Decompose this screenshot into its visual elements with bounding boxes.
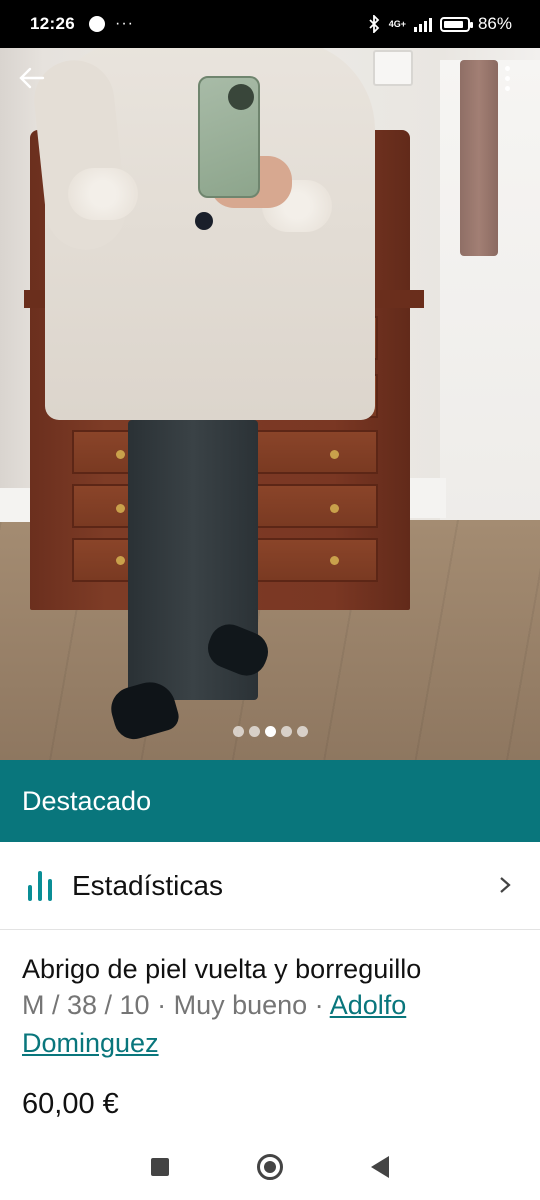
bar-chart-icon	[28, 870, 52, 901]
more-options-button[interactable]	[494, 60, 520, 96]
meta-separator: ·	[149, 990, 174, 1020]
notification-dot-icon	[88, 16, 105, 32]
product-photo[interactable]	[0, 0, 540, 760]
product-price: 60,00 €	[22, 1088, 119, 1120]
battery-fill	[443, 20, 463, 28]
more-vertical-icon	[504, 75, 510, 81]
status-time: 12:26	[30, 14, 75, 33]
photo-towel	[460, 60, 498, 256]
photo-phone-camera	[228, 84, 254, 110]
status-more: ···	[114, 15, 134, 32]
more-vertical-icon	[504, 85, 510, 91]
gallery-dot[interactable]	[232, 726, 244, 737]
recents-icon[interactable]	[151, 1158, 169, 1176]
photo-knob	[116, 556, 125, 565]
signal-icon	[413, 16, 432, 32]
gallery-dot[interactable]	[264, 726, 276, 737]
chevron-right-icon	[498, 870, 512, 902]
back-triangle-icon[interactable]	[371, 1156, 389, 1178]
arrow-left-icon	[19, 67, 45, 89]
gallery-dot[interactable]	[248, 726, 260, 737]
product-info: Abrigo de piel vuelta y borreguillo M / …	[22, 952, 518, 1062]
status-bar: 12:26 ··· 4G+ 86%	[0, 0, 540, 48]
featured-label: Destacado	[22, 785, 152, 816]
network-type: 4G+	[388, 19, 406, 29]
photo-light-switch	[373, 50, 413, 86]
status-icons: 4G+ 86%	[367, 14, 512, 34]
gallery-pagination[interactable]	[0, 726, 540, 737]
home-icon[interactable]	[257, 1154, 283, 1180]
photo-knob	[330, 450, 339, 459]
system-nav-bar	[0, 1134, 540, 1200]
more-vertical-icon	[504, 65, 510, 71]
back-button[interactable]	[14, 60, 50, 96]
photo-coat-button	[195, 212, 213, 230]
photo-knob	[330, 556, 339, 565]
statistics-label: Estadísticas	[72, 869, 223, 901]
featured-banner[interactable]: Destacado	[0, 760, 540, 842]
bluetooth-icon	[369, 15, 379, 33]
meta-separator: ·	[307, 990, 330, 1020]
product-size: M / 38 / 10	[22, 990, 150, 1020]
photo-knob	[116, 504, 125, 513]
photo-knob	[116, 450, 125, 459]
product-meta: M / 38 / 10 · Muy bueno · Adolfo Domingu…	[22, 986, 518, 1062]
photo-cuff	[68, 168, 138, 220]
gallery-dot[interactable]	[296, 726, 308, 737]
photo-knob	[330, 504, 339, 513]
battery-icon	[439, 16, 473, 32]
product-condition: Muy bueno	[173, 990, 308, 1020]
product-title: Abrigo de piel vuelta y borreguillo	[22, 954, 422, 984]
statistics-row[interactable]: Estadísticas	[0, 842, 540, 930]
gallery-dot[interactable]	[280, 726, 292, 737]
battery-percent: 86%	[477, 14, 512, 33]
